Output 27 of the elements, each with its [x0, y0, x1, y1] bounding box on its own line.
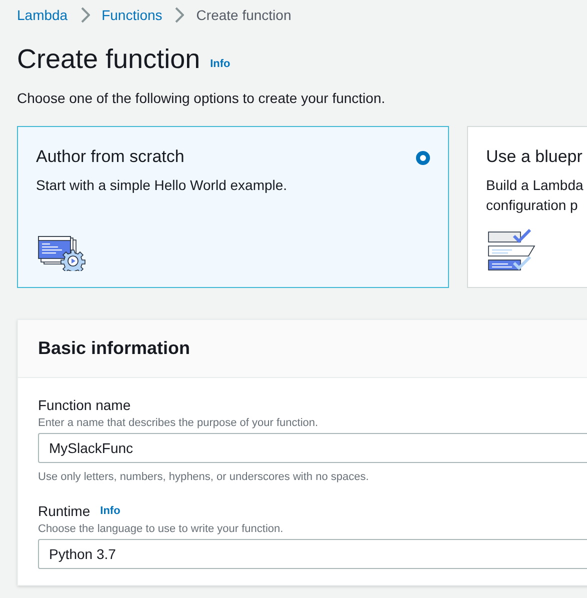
option-title: Use a bluepr: [486, 146, 582, 168]
breadcrumb-current: Create function: [196, 6, 292, 24]
checklist-icon: [488, 229, 536, 271]
field-hint: Choose the language to use to write your function.: [38, 522, 284, 537]
intro-text: Choose one of the following options to create your function.: [17, 89, 386, 108]
page-title: Create function: [17, 43, 200, 76]
breadcrumb-link[interactable]: Lambda: [17, 4, 68, 26]
chevron-right-icon: [80, 7, 90, 23]
radio-button[interactable]: [416, 151, 430, 165]
option-description: configuration p: [486, 196, 579, 215]
option-title: Author from scratch: [36, 146, 184, 168]
breadcrumb-link[interactable]: Functions: [102, 4, 162, 26]
option-description: Start with a simple Hello World example.: [36, 176, 288, 195]
option-description: Build a Lambda: [486, 176, 584, 195]
info-link[interactable]: Info: [210, 56, 230, 72]
field-note: Use only letters, numbers, hyphens, or underscores with no spaces.: [38, 470, 370, 485]
text-field[interactable]: Python 3.7: [38, 539, 587, 569]
field-label: Function name: [38, 396, 131, 415]
field-label: Runtime: [38, 502, 90, 521]
panel-title: Basic information: [38, 337, 190, 360]
option-card[interactable]: Use a bluepr Build a Lambda configuration p: [467, 126, 587, 288]
field-hint: Enter a name that describes the purpose of your function.: [38, 416, 320, 431]
option-card[interactable]: Author from scratch Start with a simple Hello World example.: [17, 126, 449, 288]
info-link[interactable]: Info: [100, 502, 120, 520]
text-field[interactable]: MySlackFunc: [38, 433, 587, 463]
code-window-gear-icon: [38, 236, 88, 271]
chevron-right-icon: [174, 7, 184, 23]
